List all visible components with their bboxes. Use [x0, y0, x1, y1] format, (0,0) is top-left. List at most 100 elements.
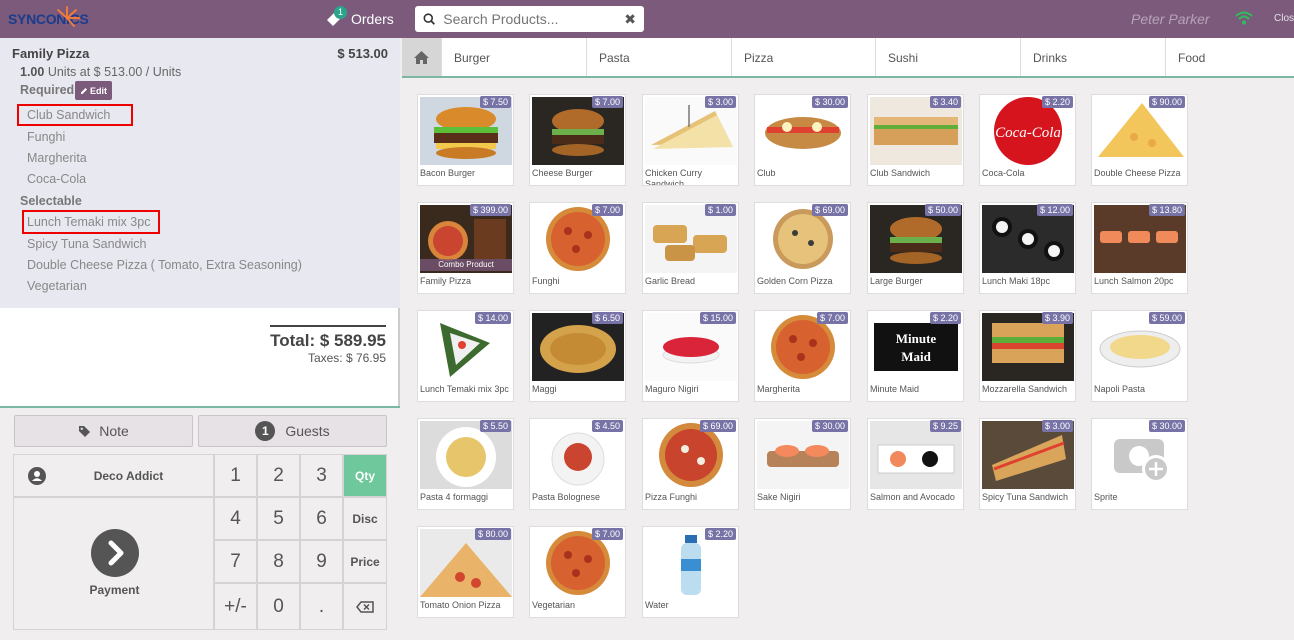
- product-name: Sprite: [1094, 492, 1118, 502]
- category-drinks[interactable]: Drinks: [1020, 38, 1165, 76]
- mode-price-button[interactable]: Price: [343, 540, 387, 583]
- product-card[interactable]: $ 3.40 Club Sandwich: [867, 94, 964, 186]
- category-pizza[interactable]: Pizza: [731, 38, 875, 76]
- note-button[interactable]: Note: [14, 415, 193, 447]
- order-line[interactable]: Family Pizza $ 513.00 1.00 Units at $ 51…: [0, 38, 400, 308]
- product-card[interactable]: $ 90.00 Double Cheese Pizza: [1091, 94, 1188, 186]
- product-price-tag: $ 1.00: [704, 204, 736, 216]
- numpad-key-7[interactable]: 7: [214, 540, 257, 583]
- company-logo: SYNCONICS: [8, 4, 118, 32]
- product-price-tag: $ 9.25: [929, 420, 961, 432]
- product-card[interactable]: $ 3.00 Chicken Curry Sandwich: [642, 94, 739, 186]
- category-burger[interactable]: Burger: [441, 38, 586, 76]
- category-food[interactable]: Food: [1165, 38, 1294, 76]
- product-card[interactable]: $ 7.00 Margherita: [754, 310, 851, 402]
- product-name: Maguro Nigiri: [645, 384, 699, 394]
- product-name: Family Pizza: [420, 276, 472, 286]
- product-name: Pizza Funghi: [645, 492, 698, 502]
- product-card[interactable]: $ 59.00 Napoli Pasta: [1091, 310, 1188, 402]
- product-card[interactable]: $ 7.50 Bacon Burger: [417, 94, 514, 186]
- product-card[interactable]: $ 13.80 Lunch Salmon 20pc: [1091, 202, 1188, 294]
- product-name: Bacon Burger: [420, 168, 476, 178]
- product-price-tag: $ 3.00: [1041, 420, 1073, 432]
- cashier-name[interactable]: Peter Parker: [1131, 11, 1210, 27]
- product-name: Golden Corn Pizza: [757, 276, 833, 286]
- payment-button[interactable]: Payment: [13, 497, 214, 630]
- combo-item: Margherita: [27, 151, 87, 165]
- customer-button[interactable]: Deco Addict: [13, 454, 214, 497]
- product-name: Pasta 4 formaggi: [420, 492, 489, 502]
- product-card[interactable]: Combo Product $ 399.00 Family Pizza: [417, 202, 514, 294]
- edit-combo-button[interactable]: Edit: [75, 81, 112, 100]
- orders-label: Orders: [351, 11, 394, 27]
- product-card[interactable]: $ 12.00 Lunch Maki 18pc: [979, 202, 1076, 294]
- product-price-tag: $ 15.00: [699, 312, 736, 324]
- pencil-icon: [81, 87, 87, 94]
- backspace-button[interactable]: [343, 583, 387, 630]
- orders-button[interactable]: 1 Orders: [325, 6, 394, 30]
- product-price-tag: $ 30.00: [811, 420, 848, 432]
- order-line-product: Family Pizza: [12, 46, 90, 61]
- numpad-key-0[interactable]: 0: [257, 583, 300, 630]
- close-button[interactable]: Close: [1274, 13, 1294, 24]
- mode-qty-button[interactable]: Qty: [343, 454, 387, 497]
- edit-label: Edit: [90, 85, 107, 96]
- product-card[interactable]: $ 1.00 Garlic Bread: [642, 202, 739, 294]
- product-card[interactable]: $ 2.20 Water: [642, 526, 739, 618]
- product-card[interactable]: $ 4.50 Pasta Bolognese: [529, 418, 626, 510]
- numpad-key-3[interactable]: 3: [300, 454, 343, 497]
- product-card[interactable]: $ 14.00 Lunch Temaki mix 3pc: [417, 310, 514, 402]
- product-price-tag: $ 5.50: [479, 420, 511, 432]
- product-card[interactable]: $ 7.00 Cheese Burger: [529, 94, 626, 186]
- product-card[interactable]: $ 30.00 Club: [754, 94, 851, 186]
- product-card[interactable]: $ 30.00 Sprite: [1091, 418, 1188, 510]
- product-name: Sake Nigiri: [757, 492, 801, 502]
- home-category-button[interactable]: [402, 38, 441, 76]
- required-heading: Required: [20, 83, 75, 97]
- product-card[interactable]: $ 9.25 Salmon and Avocado: [867, 418, 964, 510]
- product-card[interactable]: $ 15.00 Maguro Nigiri: [642, 310, 739, 402]
- product-card[interactable]: Coca-Cola $ 2.20 Coca-Cola: [979, 94, 1076, 186]
- category-sushi[interactable]: Sushi: [875, 38, 1020, 76]
- category-pasta[interactable]: Pasta: [586, 38, 731, 76]
- product-name: Funghi: [532, 276, 560, 286]
- product-card[interactable]: $ 3.90 Mozzarella Sandwich: [979, 310, 1076, 402]
- product-card[interactable]: $ 7.00 Funghi: [529, 202, 626, 294]
- highlight-box: [17, 104, 133, 126]
- product-price-tag: $ 7.00: [591, 528, 623, 540]
- product-card[interactable]: $ 3.00 Spicy Tuna Sandwich: [979, 418, 1076, 510]
- product-card[interactable]: $ 50.00 Large Burger: [867, 202, 964, 294]
- numpad-key-2[interactable]: 2: [257, 454, 300, 497]
- combo-item: Vegetarian: [27, 279, 87, 293]
- numpad-key-9[interactable]: 9: [300, 540, 343, 583]
- product-card[interactable]: $ 69.00 Golden Corn Pizza: [754, 202, 851, 294]
- numpad-key-plus-minus[interactable]: +/-: [214, 583, 257, 630]
- tag-icon: [79, 425, 91, 437]
- product-name: Water: [645, 600, 669, 610]
- product-card[interactable]: $ 69.00 Pizza Funghi: [642, 418, 739, 510]
- mode-disc-button[interactable]: Disc: [343, 497, 387, 540]
- product-card[interactable]: $ 7.00 Vegetarian: [529, 526, 626, 618]
- product-name: Vegetarian: [532, 600, 576, 610]
- product-card[interactable]: $ 5.50 Pasta 4 formaggi: [417, 418, 514, 510]
- product-card[interactable]: $ 30.00 Sake Nigiri: [754, 418, 851, 510]
- clear-search-icon[interactable]: ✖: [624, 11, 636, 28]
- svg-text:Maid: Maid: [901, 349, 931, 364]
- search-input[interactable]: [443, 11, 625, 27]
- product-name: Club Sandwich: [870, 168, 931, 178]
- product-card[interactable]: Minute Maid $ 2.20 Minute Maid: [867, 310, 964, 402]
- numpad-key-4[interactable]: 4: [214, 497, 257, 540]
- quantity-detail: Units at $ 513.00 / Units: [47, 65, 182, 79]
- numpad-key-decimal[interactable]: .: [300, 583, 343, 630]
- product-price-tag: $ 2.20: [704, 528, 736, 540]
- product-card[interactable]: $ 80.00 Tomato Onion Pizza: [417, 526, 514, 618]
- order-pane: Family Pizza $ 513.00 1.00 Units at $ 51…: [0, 38, 400, 640]
- numpad-key-5[interactable]: 5: [257, 497, 300, 540]
- guests-button[interactable]: 1 Guests: [198, 415, 387, 447]
- product-card[interactable]: $ 6.50 Maggi: [529, 310, 626, 402]
- product-price-tag: $ 2.20: [1041, 96, 1073, 108]
- product-name: Double Cheese Pizza: [1094, 168, 1181, 178]
- numpad-key-1[interactable]: 1: [214, 454, 257, 497]
- numpad-key-8[interactable]: 8: [257, 540, 300, 583]
- numpad-key-6[interactable]: 6: [300, 497, 343, 540]
